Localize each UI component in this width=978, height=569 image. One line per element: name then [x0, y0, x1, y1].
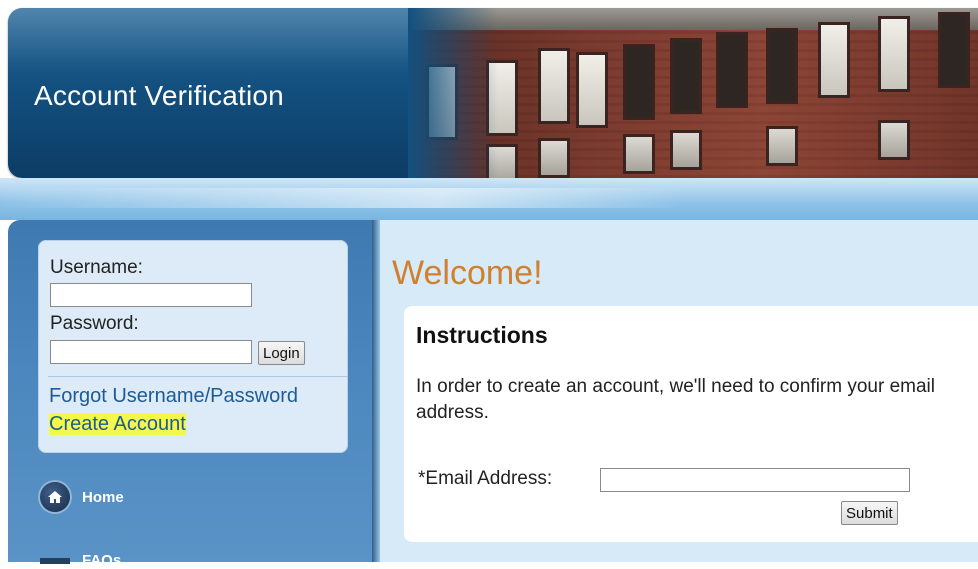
nav-item-faqs[interactable]: FAQs: [40, 552, 121, 569]
building-window: [878, 120, 910, 160]
building-window: [623, 134, 655, 174]
login-button[interactable]: Login: [258, 341, 305, 365]
building-window: [716, 32, 748, 108]
username-input[interactable]: [50, 283, 252, 307]
faq-icon: [40, 557, 70, 564]
building-window: [878, 16, 910, 92]
instructions-text: In order to create an account, we'll nee…: [416, 376, 936, 423]
submit-button[interactable]: Submit: [841, 501, 898, 525]
page-title: Account Verification: [34, 80, 284, 111]
password-label: Password:: [50, 313, 139, 334]
email-label: *Email Address:: [418, 468, 553, 489]
building-window: [538, 48, 570, 124]
create-account-link[interactable]: Create Account: [49, 413, 186, 436]
band-streak: [0, 188, 978, 208]
header-band: [0, 178, 978, 220]
building-window: [538, 138, 570, 178]
building-window: [818, 22, 850, 98]
header-banner: Account Verification: [8, 8, 978, 178]
building-window: [670, 38, 702, 114]
nav-item-label: Home: [82, 488, 124, 506]
forgot-credentials-link[interactable]: Forgot Username/Password: [49, 385, 349, 408]
email-input[interactable]: [600, 468, 910, 492]
building-fade: [408, 8, 498, 178]
login-separator: [48, 376, 348, 377]
password-input[interactable]: [50, 340, 252, 364]
building-window: [623, 44, 655, 120]
create-account-label: Create Account: [49, 413, 186, 435]
username-label: Username:: [50, 257, 143, 278]
instructions-panel: Instructions In order to create an accou…: [404, 306, 978, 542]
header-building-photo: [408, 8, 978, 178]
nav-item-home[interactable]: Home: [40, 482, 124, 512]
building-window: [670, 130, 702, 170]
instructions-title: Instructions: [416, 322, 548, 348]
building-window: [938, 12, 970, 88]
welcome-heading: Welcome!: [392, 254, 543, 292]
building-window: [766, 126, 798, 166]
home-icon: [40, 482, 70, 512]
sidebar-divider: [372, 220, 380, 562]
building-window: [576, 52, 608, 128]
building-window: [766, 28, 798, 104]
nav-item-label: FAQs: [82, 552, 122, 569]
